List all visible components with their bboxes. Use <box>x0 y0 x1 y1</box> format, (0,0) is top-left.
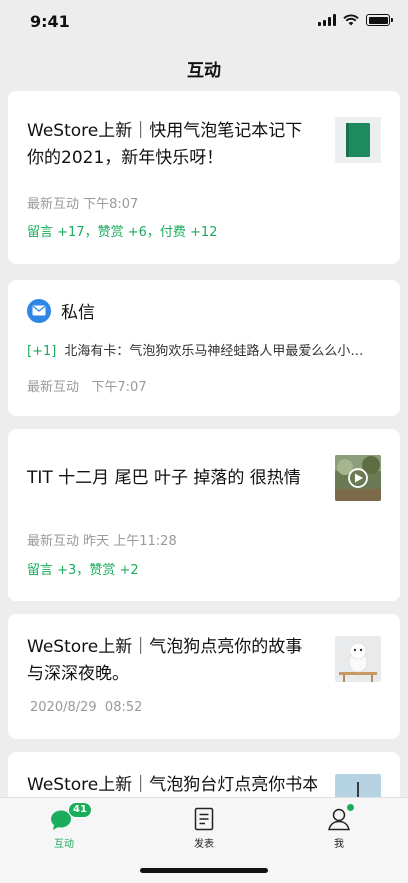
interaction-stats: 留言 +3，赞赏 +2 <box>27 563 139 578</box>
status-bar: 9:41 <box>0 0 408 44</box>
status-time: 9:41 <box>30 12 70 31</box>
latest-interaction: 最新互动 昨天 上午11:28 <box>27 534 177 549</box>
unread-badge: [+1] <box>27 344 57 359</box>
tab-publish[interactable]: 发表 <box>164 806 244 850</box>
article-title: TIT 十二月 尾巴 叶子 掉落的 很热情 <box>27 468 301 488</box>
latest-interaction: 最新互动 下午8:07 <box>27 197 139 212</box>
publish-date: 2020/8/29 08:52 <box>30 700 143 715</box>
battery-icon <box>366 14 393 26</box>
signal-icon <box>318 14 336 26</box>
page-title: 互动 <box>187 61 221 81</box>
unread-count-badge: 41 <box>68 802 92 818</box>
article-card[interactable]: TIT 十二月 尾巴 叶子 掉落的 很热情 最新互动 昨天 上午11:28 留言… <box>8 429 400 601</box>
wifi-icon <box>343 14 359 26</box>
interaction-stats: 留言 +17，赞赏 +6，付费 +12 <box>27 225 218 240</box>
article-card[interactable]: WeStore上新｜快用气泡笔记本记下你的2021，新年快乐呀！ 最新互动 下午… <box>8 91 400 264</box>
stat-comments[interactable]: 留言 +3 <box>27 563 76 578</box>
tab-label: 发表 <box>194 839 214 850</box>
article-card[interactable]: WeStore上新｜气泡狗点亮你的故事与深深夜晚。 2020/8/29 08:5… <box>8 614 400 739</box>
article-title: WeStore上新｜快用气泡笔记本记下你的2021，新年快乐呀！ <box>27 121 303 168</box>
stat-comments[interactable]: 留言 +17 <box>27 225 85 240</box>
mail-icon <box>27 298 51 323</box>
status-icons <box>318 14 393 26</box>
article-thumbnail <box>335 117 381 163</box>
person-icon <box>299 804 379 832</box>
message-preview: [+1] 北海有卡：气泡狗欢乐马神经蛙路人甲最爱么么小… <box>27 340 377 359</box>
home-indicator <box>140 868 268 873</box>
tab-interaction[interactable]: 41 互动 <box>24 802 104 850</box>
article-title: WeStore上新｜气泡狗台灯点亮你书本 <box>27 775 317 795</box>
message-preview-text: 北海有卡：气泡狗欢乐马神经蛙路人甲最爱么么小… <box>64 344 364 359</box>
chat-bubbles-icon: 41 <box>24 802 104 832</box>
tab-me[interactable]: 我 <box>299 804 379 850</box>
stat-rewards[interactable]: 赞赏 +6 <box>98 225 147 240</box>
stat-rewards[interactable]: 赞赏 +2 <box>89 563 138 578</box>
message-title: 私信 <box>61 303 95 323</box>
tab-label: 我 <box>334 839 344 850</box>
latest-interaction: 最新互动 下午7:07 <box>27 380 147 395</box>
stat-paid[interactable]: 付费 +12 <box>160 225 218 240</box>
tab-label: 互动 <box>54 839 74 850</box>
message-header: 私信 <box>27 298 95 323</box>
new-dot-badge <box>347 804 354 811</box>
article-thumbnail <box>335 636 381 682</box>
document-icon <box>164 806 244 832</box>
private-message-card[interactable]: 私信 [+1] 北海有卡：气泡狗欢乐马神经蛙路人甲最爱么么小… 最新互动 下午7:… <box>8 280 400 416</box>
video-thumbnail <box>335 455 381 501</box>
article-title: WeStore上新｜气泡狗点亮你的故事与深深夜晚。 <box>27 637 303 684</box>
